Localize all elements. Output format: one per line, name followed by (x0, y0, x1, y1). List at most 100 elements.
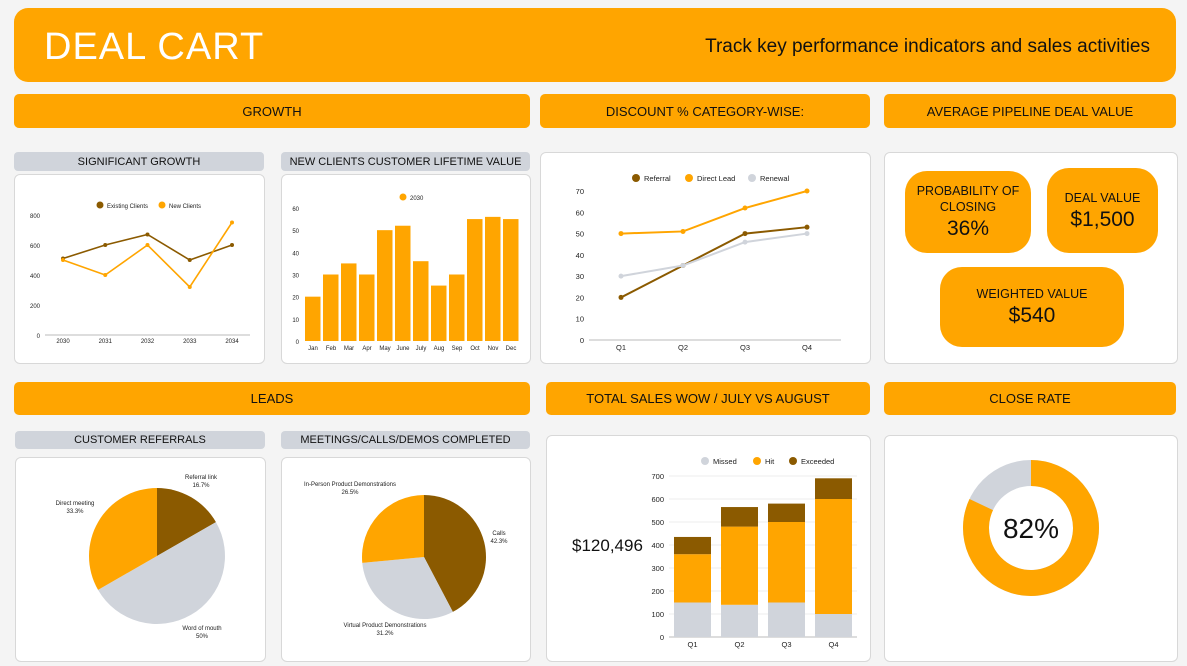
bar (413, 261, 429, 341)
meetings-card: Calls 42.3% Virtual Product Demonstrations… (281, 457, 531, 662)
y-tick-label: 60 (292, 207, 299, 213)
data-point (103, 243, 108, 247)
legend-marker (685, 174, 693, 182)
y-tick-label: 20 (576, 293, 584, 302)
data-point (680, 228, 686, 234)
legend-label: Renewal (760, 174, 790, 183)
bar (359, 274, 375, 341)
probability-value: 36% (946, 217, 990, 240)
slice-label: Virtual Product Demonstrations (344, 623, 427, 629)
pipeline-card: PROBABILITY OF CLOSING 36% DEAL VALUE $1… (884, 152, 1178, 364)
stacked-bar-segment (768, 522, 805, 603)
probability-label: PROBABILITY OF CLOSING (916, 184, 1020, 214)
section-growth: GROWTH (14, 94, 530, 128)
stacked-bar-segment (674, 554, 711, 603)
stacked-bar-segment (768, 602, 805, 637)
slice-label: Referral link (185, 475, 218, 481)
data-point (742, 231, 748, 237)
legend-label: 2030 (410, 196, 424, 202)
y-tick-label: 400 (651, 541, 664, 550)
data-point (145, 232, 150, 237)
data-point (742, 239, 748, 245)
x-tick-label: Sep (452, 346, 463, 352)
data-point (680, 263, 686, 268)
slice-label: Direct meeting (56, 501, 95, 507)
pie-slice (362, 495, 424, 563)
data-point (618, 294, 624, 300)
section-close-rate: CLOSE RATE (884, 382, 1176, 415)
x-tick-label: Q4 (802, 343, 812, 352)
x-tick-label: Aug (434, 346, 445, 352)
x-tick-label: Q3 (781, 640, 791, 649)
x-tick-label: 2034 (225, 339, 239, 345)
y-tick-label: 30 (292, 274, 299, 280)
stacked-bar-segment (815, 478, 852, 499)
x-tick-label: Feb (326, 346, 337, 352)
probability-pill: PROBABILITY OF CLOSING 36% (905, 171, 1031, 253)
bar (341, 263, 357, 341)
bar (449, 274, 465, 341)
data-point (742, 205, 748, 211)
bar (485, 216, 501, 341)
x-tick-label: May (379, 346, 390, 352)
discount-chart: 0 10 20 30 40 50 60 70 Q1 Q2 Q3 Q4 Referral Direct Le… (576, 174, 841, 352)
subsection-significant-growth: SIGNIFICANT GROWTH (14, 152, 264, 171)
x-tick-label: Nov (488, 346, 499, 352)
x-tick-label: Oct (470, 346, 480, 352)
x-tick-label: 2033 (183, 339, 197, 345)
data-point (103, 273, 108, 277)
y-tick-label: 50 (576, 230, 584, 239)
y-tick-label: 0 (580, 336, 584, 345)
y-tick-label: 50 (292, 229, 299, 235)
slice-label: Word of mouth (182, 626, 221, 632)
y-tick-label: 400 (30, 274, 41, 280)
y-tick-label: 0 (296, 340, 300, 346)
y-tick-label: 0 (660, 633, 664, 642)
y-tick-label: 30 (576, 272, 584, 281)
x-tick-label: Q1 (616, 343, 626, 352)
deal-value-value: $1,500 (1070, 207, 1135, 231)
page-title: DEAL CART (44, 26, 265, 68)
stacked-bar-segment (768, 503, 805, 522)
y-tick-label: 300 (651, 564, 664, 573)
x-tick-label: Mar (344, 346, 354, 352)
series-line (620, 232, 808, 278)
slice-percent: 31.2% (376, 631, 394, 637)
close-rate-label: 82% (1003, 513, 1059, 544)
total-sales-card: $120,496 0 100 200 300 400 500 600 700 Q1 Q2 Q3 Q4 M… (546, 435, 871, 662)
legend-marker (158, 201, 166, 209)
referrals-pie: Referral link 16.7% Word of mouth 50% Direct… (56, 475, 225, 640)
x-tick-label: Q4 (828, 640, 838, 649)
y-tick-label: 500 (651, 518, 664, 527)
legend-label: Direct Lead (697, 174, 735, 183)
page-subtitle: Track key performance indicators and sal… (705, 36, 1150, 57)
slice-percent: 33.3% (66, 509, 84, 515)
x-tick-label: Apr (362, 346, 371, 352)
x-tick-label: 2031 (99, 339, 113, 345)
stacked-bar-segment (815, 614, 852, 637)
legend-marker (753, 457, 761, 465)
y-tick-label: 10 (292, 318, 299, 324)
data-point (230, 243, 234, 247)
discount-card: 0 10 20 30 40 50 60 70 Q1 Q2 Q3 Q4 Referral Direct Le… (540, 152, 871, 364)
data-point (804, 224, 810, 230)
slice-percent: 26.5% (341, 490, 359, 496)
stacked-bar-segment (674, 602, 711, 637)
referrals-card: Referral link 16.7% Word of mouth 50% Direct… (15, 457, 266, 662)
y-tick-label: 100 (651, 610, 664, 619)
slice-label: In-Person Product Demonstrations (304, 482, 396, 488)
y-tick-label: 600 (30, 244, 41, 250)
total-sales-value: $120,496 (572, 536, 643, 555)
data-point (230, 220, 234, 225)
y-tick-label: 0 (37, 334, 41, 340)
stacked-bar-segment (815, 499, 852, 614)
bar (503, 219, 519, 341)
y-tick-label: 700 (651, 472, 664, 481)
y-tick-label: 10 (576, 315, 584, 324)
x-tick-label: July (416, 346, 427, 352)
data-point (804, 188, 810, 194)
section-discount: DISCOUNT % CATEGORY-WISE: (540, 94, 870, 128)
legend-marker (789, 457, 797, 465)
y-tick-label: 60 (576, 208, 584, 217)
y-tick-label: 20 (292, 296, 299, 302)
